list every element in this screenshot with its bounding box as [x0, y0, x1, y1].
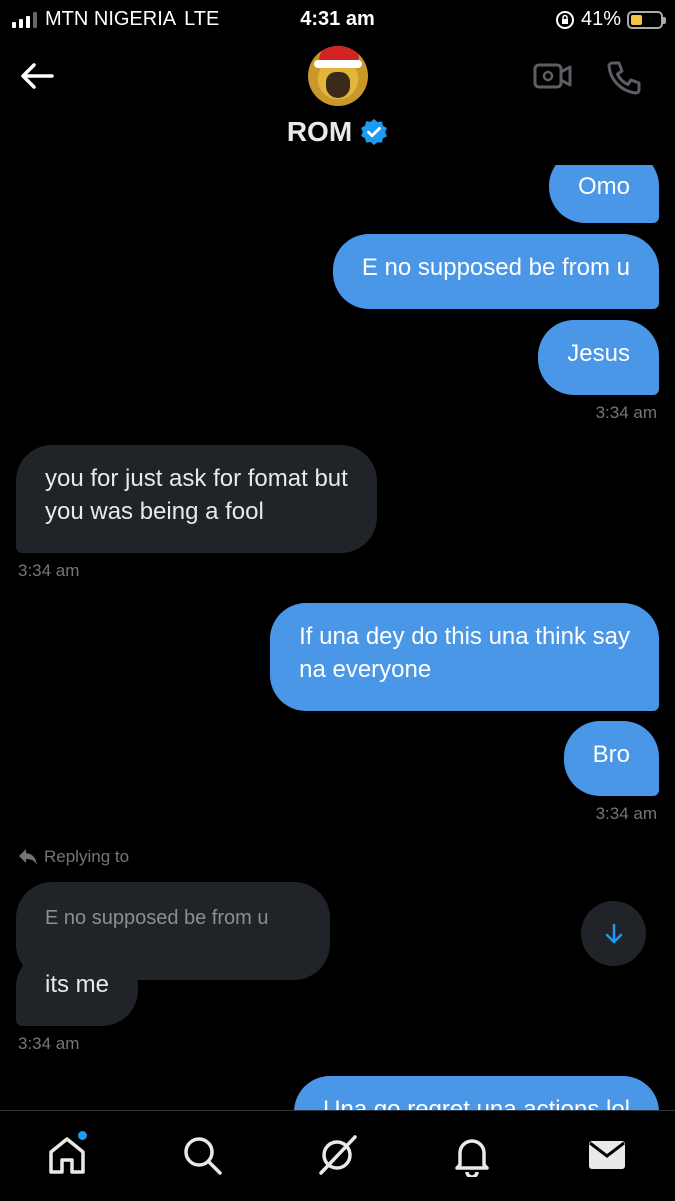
message-bubble-sent[interactable]: Una go regret una actions lol [294, 1076, 659, 1110]
phone-call-icon[interactable] [604, 58, 644, 98]
message-bubble-received[interactable]: you for just ask for fomat but you was b… [16, 445, 377, 553]
reply-arrow-icon [19, 849, 37, 865]
message-bubble-received[interactable]: its me [16, 951, 139, 1026]
battery-percent: 41% [580, 8, 621, 30]
message-text-line: you for just ask for fomat but [45, 465, 348, 492]
message-text: Bro [592, 741, 630, 768]
message-timestamp: 3:34 am [18, 1034, 80, 1053]
message-text: its me [45, 971, 110, 998]
message-bubble-sent[interactable]: E no supposed be from u [332, 234, 659, 309]
back-arrow-icon[interactable] [18, 58, 58, 94]
message-text: Omo [577, 173, 630, 200]
message-text-line: you was being a fool [45, 498, 264, 525]
message-bubble-sent[interactable]: Omo [548, 165, 659, 223]
spaces-icon[interactable] [315, 1133, 359, 1177]
video-call-icon[interactable] [533, 58, 573, 94]
message-text-line: If una dey do this una think say [299, 623, 630, 650]
verified-badge-icon [361, 119, 388, 145]
avatar[interactable] [308, 46, 368, 106]
contact-title[interactable]: ROM [0, 116, 675, 148]
notifications-icon[interactable] [450, 1133, 494, 1177]
message-timestamp: 3:34 am [18, 561, 80, 580]
status-right: 41% [555, 8, 666, 31]
message-text: Una go regret una actions lol [323, 1096, 630, 1110]
arrow-down-icon [605, 923, 622, 943]
replying-to-label: Replying to [18, 847, 129, 867]
quoted-text: E no supposed be from u [45, 907, 269, 929]
message-timestamp: 3:34 am [595, 403, 657, 422]
message-bubble-sent[interactable]: Jesus [538, 320, 659, 395]
message-bubble-sent[interactable]: If una dey do this una think say na ever… [270, 603, 659, 711]
message-text-line: na everyone [299, 656, 432, 683]
contact-name: ROM [286, 116, 353, 147]
message-timestamp: 3:34 am [595, 804, 657, 823]
orientation-lock-icon [555, 10, 574, 29]
hat-rim [314, 60, 362, 68]
status-bar: MTN NIGERIA LTE 4:31 am 41% [0, 0, 675, 40]
conversation-header: ROM [0, 40, 675, 165]
message-list[interactable]: Omo E no supposed be from u Jesus 3:34 a… [0, 165, 675, 1110]
messages-icon[interactable] [585, 1133, 629, 1177]
message-text: Jesus [567, 340, 630, 367]
battery-icon [627, 10, 666, 29]
message-bubble-sent[interactable]: Bro [563, 721, 659, 796]
home-notification-dot [78, 1131, 87, 1140]
scroll-to-bottom-button[interactable] [581, 901, 646, 966]
bottom-navigation [0, 1110, 675, 1201]
search-icon[interactable] [180, 1133, 224, 1177]
avatar-face [326, 72, 350, 98]
message-text: E no supposed be from u [361, 254, 630, 281]
replying-to-text: Replying to [44, 847, 130, 866]
